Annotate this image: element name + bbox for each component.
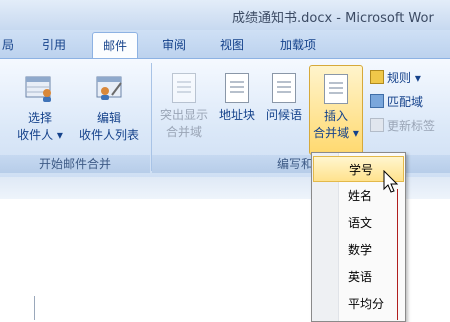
merge-field-item-chinese[interactable]: 语文 xyxy=(313,210,404,236)
edit-list-icon xyxy=(96,76,122,100)
tab-addins[interactable]: 加载项 xyxy=(280,36,316,53)
greeting-document-icon xyxy=(272,73,296,103)
tab-review[interactable]: 审阅 xyxy=(162,36,186,53)
chevron-down-icon: ▾ xyxy=(352,126,359,140)
merge-field-item-math[interactable]: 数学 xyxy=(313,237,404,263)
mouse-cursor-icon xyxy=(383,170,399,193)
update-labels-button[interactable]: 更新标签 xyxy=(370,117,435,134)
rules-icon xyxy=(370,70,384,84)
page-margin-marker xyxy=(34,296,35,320)
window-title: 成绩通知书.docx - Microsoft Wor xyxy=(232,11,434,26)
insert-merge-field-label-2: 合并域 xyxy=(313,126,350,140)
merge-field-item-english[interactable]: 英语 xyxy=(313,264,404,290)
match-fields-button[interactable]: 匹配域 xyxy=(370,93,423,110)
title-bar: 成绩通知书.docx - Microsoft Wor xyxy=(0,0,450,30)
merge-field-document-icon xyxy=(324,74,348,104)
edit-recipients-label-1: 编辑 xyxy=(96,111,121,125)
tab-mailings[interactable]: 邮件 xyxy=(92,32,139,58)
address-document-icon xyxy=(225,73,249,103)
merge-field-label: 姓名 xyxy=(348,189,373,203)
match-fields-icon xyxy=(370,94,384,108)
chevron-down-icon: ▾ xyxy=(414,71,421,85)
update-labels-label: 更新标签 xyxy=(387,119,436,133)
greeting-line-label: 问候语 xyxy=(265,108,302,122)
insert-merge-field-button[interactable]: 插入 合并域 ▾ xyxy=(309,65,363,155)
update-labels-icon xyxy=(370,118,384,132)
recipients-icon xyxy=(25,76,51,102)
greeting-line-button[interactable]: 问候语 xyxy=(262,73,306,123)
tab-view[interactable]: 视图 xyxy=(220,36,244,53)
rules-label: 规则 xyxy=(387,71,412,85)
select-recipients-label-1: 选择 xyxy=(27,111,52,125)
document-icon xyxy=(172,73,196,103)
ribbon-tab-bar: 局 引用 邮件 审阅 视图 加载项 xyxy=(0,30,450,58)
edit-recipients-label-2: 收件人列表 xyxy=(78,128,139,142)
insert-merge-field-label-1: 插入 xyxy=(323,109,348,123)
highlight-label-1: 突出显示 xyxy=(159,108,208,122)
merge-field-item-average[interactable]: 平均分 xyxy=(313,291,404,317)
annotation-line xyxy=(397,189,398,320)
address-block-label: 地址块 xyxy=(218,108,255,122)
tab-layout[interactable]: 局 xyxy=(2,36,14,53)
tab-references[interactable]: 引用 xyxy=(42,36,66,53)
merge-field-label: 语文 xyxy=(348,216,373,230)
match-fields-label: 匹配域 xyxy=(387,95,424,109)
edit-recipients-button[interactable]: 编辑 收件人列表 xyxy=(74,73,144,143)
rules-button[interactable]: 规则 ▾ xyxy=(370,69,421,86)
highlight-label-2: 合并域 xyxy=(165,125,202,139)
select-recipients-label-2: 收件人 xyxy=(17,128,54,142)
select-recipients-button[interactable]: 选择 收件人 ▾ xyxy=(10,73,70,143)
chevron-down-icon: ▾ xyxy=(56,128,63,142)
highlight-merge-fields-button[interactable]: 突出显示 合并域 xyxy=(156,73,212,140)
merge-field-label: 平均分 xyxy=(348,297,385,311)
merge-field-label: 数学 xyxy=(348,243,373,257)
merge-field-label: 学号 xyxy=(349,163,374,177)
address-block-button[interactable]: 地址块 xyxy=(214,73,260,123)
merge-field-label: 英语 xyxy=(348,270,373,284)
start-mail-merge-group-label: 开始邮件合并 xyxy=(0,155,150,173)
